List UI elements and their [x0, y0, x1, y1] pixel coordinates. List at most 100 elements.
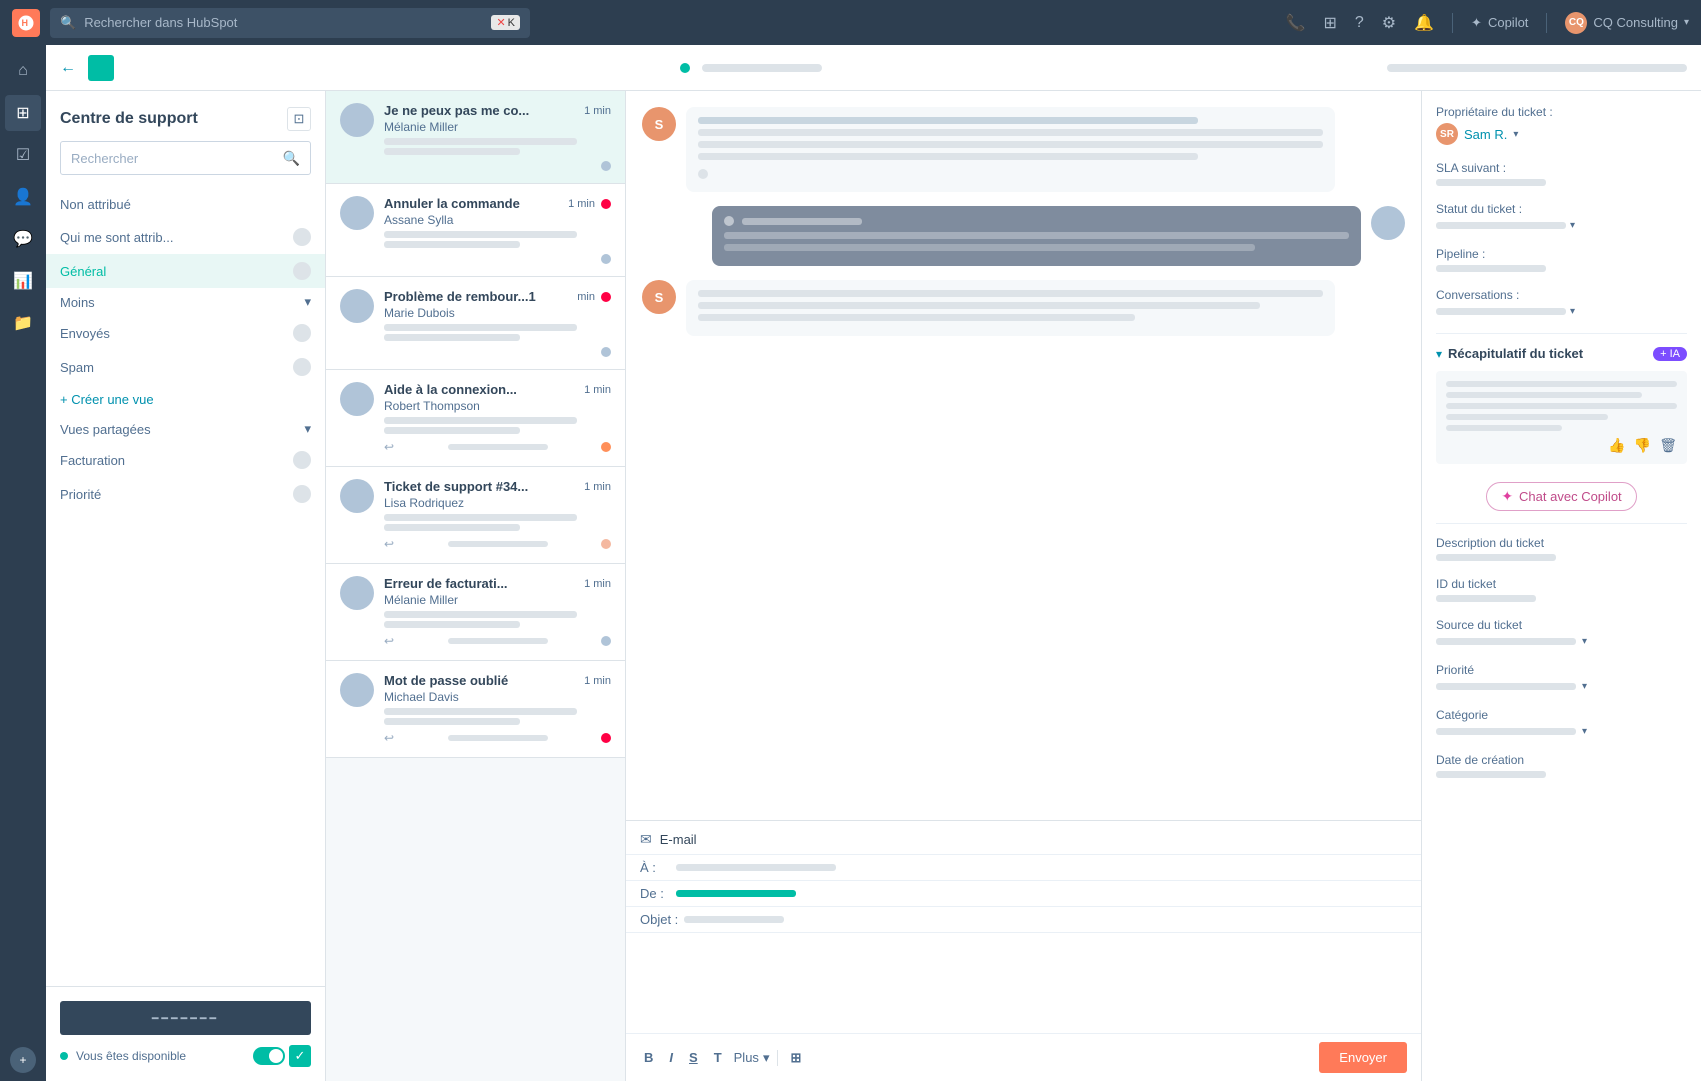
conv-sender: Michael Davis: [384, 690, 611, 704]
left-panel-title: Centre de support: [60, 110, 198, 128]
sidebar-item-non-attribue[interactable]: Non attribué: [46, 189, 325, 220]
search-input-placeholder: Rechercher: [71, 151, 275, 166]
footer-button[interactable]: ━━━━━━━: [60, 1001, 311, 1035]
owner-name[interactable]: Sam R.: [1464, 127, 1507, 142]
back-button[interactable]: ←: [60, 59, 76, 77]
statut-select[interactable]: ▾: [1436, 220, 1687, 231]
recap-title: Récapitulatif du ticket: [1448, 346, 1647, 361]
availability-toggle[interactable]: ✓: [253, 1045, 311, 1067]
sidebar-item-envoyes[interactable]: Envoyés: [46, 316, 325, 350]
conversation-item[interactable]: Erreur de facturati... 1 min Mélanie Mil…: [326, 564, 625, 661]
sidebar-icon-files[interactable]: 📁: [5, 305, 41, 341]
compose-from-field[interactable]: De :: [626, 881, 1421, 907]
copilot-button[interactable]: ✦ Copilot: [1471, 15, 1528, 31]
sidebar-item-general[interactable]: Général: [46, 254, 325, 288]
create-view-button[interactable]: + Créer une vue: [46, 384, 325, 415]
toolbar-divider: [777, 1050, 778, 1066]
date-label: Date de création: [1436, 753, 1687, 767]
sidebar-icon-contacts[interactable]: 👤: [5, 179, 41, 215]
source-chevron-icon: ▾: [1582, 636, 1587, 647]
compose-body[interactable]: [626, 933, 1421, 1033]
description-value-bar: [1436, 554, 1556, 561]
conversation-item[interactable]: Aide à la connexion... 1 min Robert Thom…: [326, 370, 625, 467]
sidebar-item-vues-partagees[interactable]: Vues partagées ▾: [46, 415, 325, 443]
conv-content: Ticket de support #34... 1 min Lisa Rodr…: [384, 479, 611, 551]
strikethrough-button[interactable]: T: [710, 1048, 726, 1067]
conversation-item[interactable]: Problème de rembour...1 min Marie Dubois: [326, 277, 625, 370]
conv-time: 1 min: [584, 578, 611, 590]
search-icon: 🔍: [60, 15, 76, 31]
non-attribue-label: Non attribué: [60, 197, 131, 212]
conv-avatar: [340, 289, 374, 323]
sidebar-icon-reports[interactable]: 📊: [5, 263, 41, 299]
italic-button[interactable]: I: [665, 1048, 677, 1067]
plus-button[interactable]: Plus ▾: [734, 1050, 770, 1066]
facturation-count: [293, 451, 311, 469]
conv-sender: Robert Thompson: [384, 399, 611, 413]
conv-time: 1 min: [584, 481, 611, 493]
conv-title: Je ne peux pas me co...: [384, 103, 578, 118]
sidebar-icon-home[interactable]: ⌂: [5, 53, 41, 89]
sidebar-item-spam[interactable]: Spam: [46, 350, 325, 384]
categorie-select[interactable]: ▾: [1436, 726, 1687, 737]
sidebar-expand-button[interactable]: +: [10, 1047, 36, 1073]
general-label: Général: [60, 264, 106, 279]
hubspot-logo[interactable]: H: [12, 9, 40, 37]
sidebar-item-priorite[interactable]: Priorité: [46, 477, 325, 511]
nav-divider2: [1546, 13, 1547, 33]
conv-preview-bar: [384, 514, 577, 521]
conv-reply-icon: ↩: [384, 537, 394, 551]
bell-icon[interactable]: 🔔: [1414, 13, 1434, 33]
bold-button[interactable]: B: [640, 1048, 657, 1067]
grid-icon[interactable]: ⊞: [1323, 13, 1336, 33]
statut-chevron-icon: ▾: [1570, 220, 1575, 231]
sidebar-icon-checklist[interactable]: ☑: [5, 137, 41, 173]
conversation-list: Je ne peux pas me co... 1 min Mélanie Mi…: [326, 91, 626, 1081]
date-value-bar: [1436, 771, 1546, 778]
sidebar-item-moins[interactable]: Moins ▾: [46, 288, 325, 316]
left-panel-options-button[interactable]: ⊡: [287, 107, 311, 131]
chat-copilot-button[interactable]: ✦ Chat avec Copilot: [1486, 482, 1636, 511]
date-section: Date de création: [1436, 753, 1687, 778]
format-button[interactable]: ⊞: [786, 1048, 805, 1068]
delete-icon[interactable]: 🗑: [1659, 437, 1677, 454]
left-panel-search[interactable]: Rechercher 🔍: [60, 141, 311, 175]
content-area: Centre de support ⊡ Rechercher 🔍 Non att…: [46, 91, 1701, 1081]
conv-reply-icon: ↩: [384, 731, 394, 745]
owner-dropdown-icon[interactable]: ▾: [1513, 129, 1518, 140]
conversation-item[interactable]: Mot de passe oublié 1 min Michael Davis …: [326, 661, 625, 758]
conv-status-dot: [601, 161, 611, 171]
sidebar-item-facturation[interactable]: Facturation: [46, 443, 325, 477]
settings-icon[interactable]: ⚙: [1382, 13, 1396, 33]
source-select[interactable]: ▾: [1436, 636, 1687, 647]
search-teal-icon: 🔍: [283, 150, 300, 167]
phone-icon[interactable]: 📞: [1286, 13, 1306, 33]
conversation-item[interactable]: Ticket de support #34... 1 min Lisa Rodr…: [326, 467, 625, 564]
sidebar-item-qui-me-sont[interactable]: Qui me sont attrib...: [46, 220, 325, 254]
conv-status-dot: [601, 442, 611, 452]
help-icon[interactable]: ?: [1355, 14, 1364, 32]
conversation-item[interactable]: Je ne peux pas me co... 1 min Mélanie Mi…: [326, 91, 625, 184]
recap-chevron-icon[interactable]: ▾: [1436, 347, 1442, 361]
underline-button[interactable]: S: [685, 1048, 702, 1067]
send-button[interactable]: Envoyer: [1319, 1042, 1407, 1073]
left-panel: Centre de support ⊡ Rechercher 🔍 Non att…: [46, 91, 326, 1081]
conv-content: Mot de passe oublié 1 min Michael Davis …: [384, 673, 611, 745]
msg-bar: [698, 141, 1323, 148]
description-section: Description du ticket: [1436, 536, 1687, 561]
sidebar-icon-grid[interactable]: ⊞: [5, 95, 41, 131]
msg-bar: [698, 117, 1198, 124]
sidebar-icon-chat[interactable]: 💬: [5, 221, 41, 257]
compose-to-field[interactable]: À :: [626, 855, 1421, 881]
msg-bubble: [686, 280, 1335, 336]
conversation-item[interactable]: Annuler la commande 1 min Assane Sylla: [326, 184, 625, 277]
compose-subject-field[interactable]: Objet :: [626, 907, 1421, 933]
thumbs-up-icon[interactable]: 👍: [1608, 437, 1625, 454]
user-button[interactable]: CQ CQ Consulting ▾: [1565, 12, 1689, 34]
conversations-select[interactable]: ▾: [1436, 306, 1687, 317]
thumbs-down-icon[interactable]: 👎: [1634, 437, 1651, 454]
recap-bar: [1446, 392, 1642, 398]
search-bar[interactable]: 🔍 Rechercher dans HubSpot ✕ K: [50, 8, 530, 38]
conv-sender: Mélanie Miller: [384, 120, 611, 134]
priorite-select[interactable]: ▾: [1436, 681, 1687, 692]
